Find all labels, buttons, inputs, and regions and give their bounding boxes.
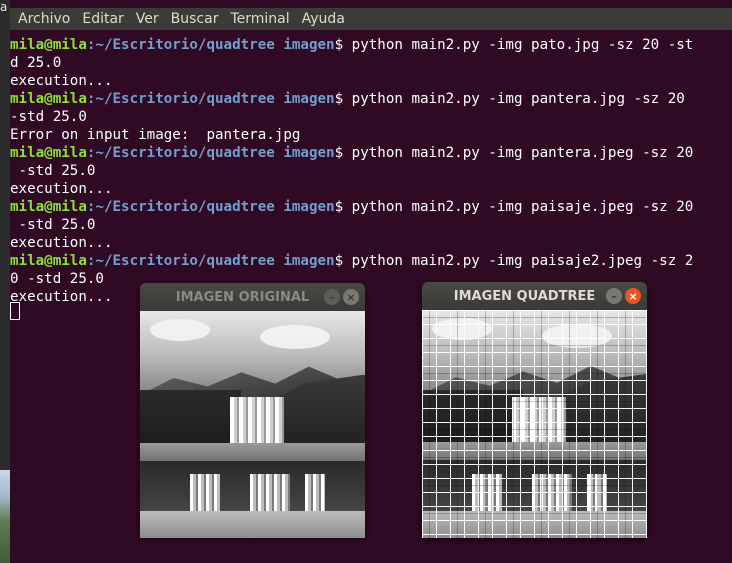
window-original-image[interactable]: IMAGEN ORIGINAL – ×: [140, 283, 365, 538]
quadtree-grid-overlay: [422, 310, 647, 538]
prompt-symbol: $: [334, 91, 344, 107]
prompt-user: mila@mila: [10, 145, 87, 161]
window-title: IMAGEN QUADTREE: [453, 288, 596, 304]
prompt-symbol: $: [334, 253, 344, 269]
desktop-wallpaper-thumbnail: [0, 470, 10, 563]
command-text: python main2.py -img pantera.jpg -sz 20: [343, 91, 685, 107]
prompt-user: mila@mila: [10, 199, 87, 215]
prompt-path: :~/Escritorio/quadtree imagen: [86, 145, 335, 161]
terminal-command-line: mila@mila:~/Escritorio/quadtree imagen$ …: [10, 36, 732, 54]
menu-buscar[interactable]: Buscar: [171, 11, 219, 27]
menu-terminal[interactable]: Terminal: [230, 11, 289, 27]
menu-editar[interactable]: Editar: [82, 11, 123, 27]
prompt-user: mila@mila: [10, 91, 87, 107]
minimize-button[interactable]: –: [606, 288, 622, 304]
window-titlebar[interactable]: IMAGEN ORIGINAL – ×: [140, 283, 365, 311]
terminal-output-line: Error on input image: pantera.jpg: [10, 127, 301, 143]
terminal-cursor: [10, 302, 20, 320]
prompt-user: mila@mila: [10, 37, 87, 53]
prompt-user: mila@mila: [10, 253, 87, 269]
terminal-command-line: mila@mila:~/Escritorio/quadtree imagen$ …: [10, 90, 732, 108]
command-text: python main2.py -img pato.jpg -sz 20 -st: [343, 37, 694, 53]
command-text: python main2.py -img paisaje.jpeg -sz 20: [343, 199, 694, 215]
terminal-output-line: execution...: [10, 235, 113, 251]
prompt-symbol: $: [334, 145, 344, 161]
terminal-command-line: mila@mila:~/Escritorio/quadtree imagen$ …: [10, 252, 732, 270]
terminal-menubar: Archivo Editar Ver Buscar Terminal Ayuda: [10, 8, 732, 30]
prompt-symbol: $: [334, 199, 344, 215]
terminal-output-line: -std 25.0: [10, 109, 87, 125]
terminal-output-line: execution...: [10, 181, 113, 197]
menu-ayuda[interactable]: Ayuda: [302, 11, 345, 27]
window-titlebar[interactable]: IMAGEN QUADTREE – ×: [422, 282, 647, 310]
minimize-button[interactable]: –: [324, 289, 340, 305]
window-title: IMAGEN ORIGINAL: [175, 289, 310, 305]
close-button[interactable]: ×: [625, 288, 641, 304]
terminal-command-line: mila@mila:~/Escritorio/quadtree imagen$ …: [10, 144, 732, 162]
menu-ver[interactable]: Ver: [136, 11, 159, 27]
prompt-path: :~/Escritorio/quadtree imagen: [86, 37, 335, 53]
prompt-symbol: $: [334, 37, 344, 53]
terminal-output-line: execution...: [10, 73, 113, 89]
command-text: python main2.py -img paisaje2.jpeg -sz 2: [343, 253, 694, 269]
menu-archivo[interactable]: Archivo: [18, 11, 70, 27]
terminal-command-line: mila@mila:~/Escritorio/quadtree imagen$ …: [10, 198, 732, 216]
terminal-output-line: -std 25.0: [10, 217, 96, 233]
close-button[interactable]: ×: [343, 289, 359, 305]
prompt-path: :~/Escritorio/quadtree imagen: [86, 199, 335, 215]
terminal-output-line: -std 25.0: [10, 163, 96, 179]
quadtree-image: [422, 310, 647, 538]
command-text: python main2.py -img pantera.jpeg -sz 20: [343, 145, 694, 161]
window-quadtree-image[interactable]: IMAGEN QUADTREE – ×: [422, 282, 647, 538]
desktop-edge-letter: a: [0, 0, 8, 14]
terminal-output-line: d 25.0: [10, 55, 62, 71]
terminal-output[interactable]: mila@mila:~/Escritorio/quadtree imagen$ …: [10, 36, 732, 306]
original-image: [140, 311, 365, 538]
prompt-path: :~/Escritorio/quadtree imagen: [86, 91, 335, 107]
prompt-path: :~/Escritorio/quadtree imagen: [86, 253, 335, 269]
